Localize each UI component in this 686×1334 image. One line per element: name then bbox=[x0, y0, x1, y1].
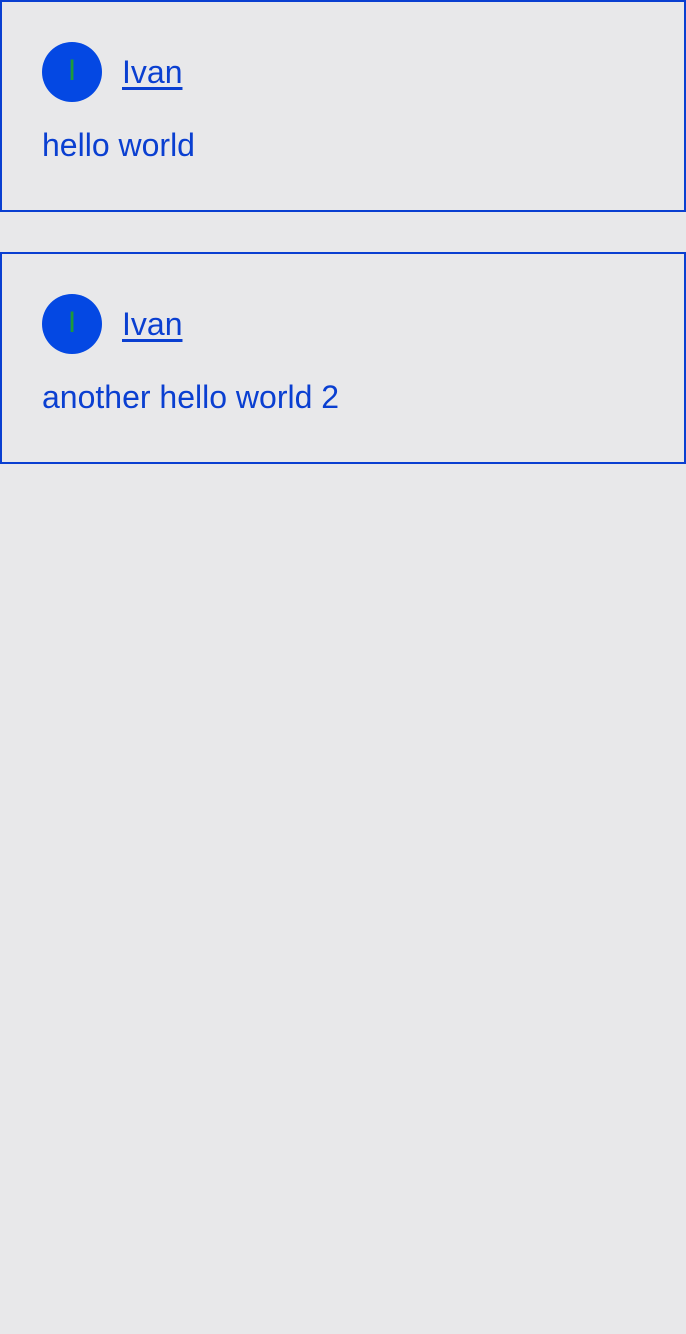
post-card: I Ivan hello world bbox=[0, 0, 686, 212]
author-name-link[interactable]: Ivan bbox=[122, 308, 182, 340]
avatar[interactable]: I bbox=[42, 294, 102, 354]
avatar[interactable]: I bbox=[42, 42, 102, 102]
avatar-initial: I bbox=[67, 54, 77, 87]
post-text: another hello world 2 bbox=[42, 379, 340, 415]
author-name-link[interactable]: Ivan bbox=[122, 56, 182, 88]
post-header: I Ivan bbox=[42, 294, 644, 354]
avatar-initial: I bbox=[67, 306, 77, 339]
post-feed: I Ivan hello world I Ivan another hello … bbox=[0, 0, 686, 464]
post-card: I Ivan another hello world 2 bbox=[0, 252, 686, 464]
post-header: I Ivan bbox=[42, 42, 644, 102]
post-text: hello world bbox=[42, 127, 195, 163]
